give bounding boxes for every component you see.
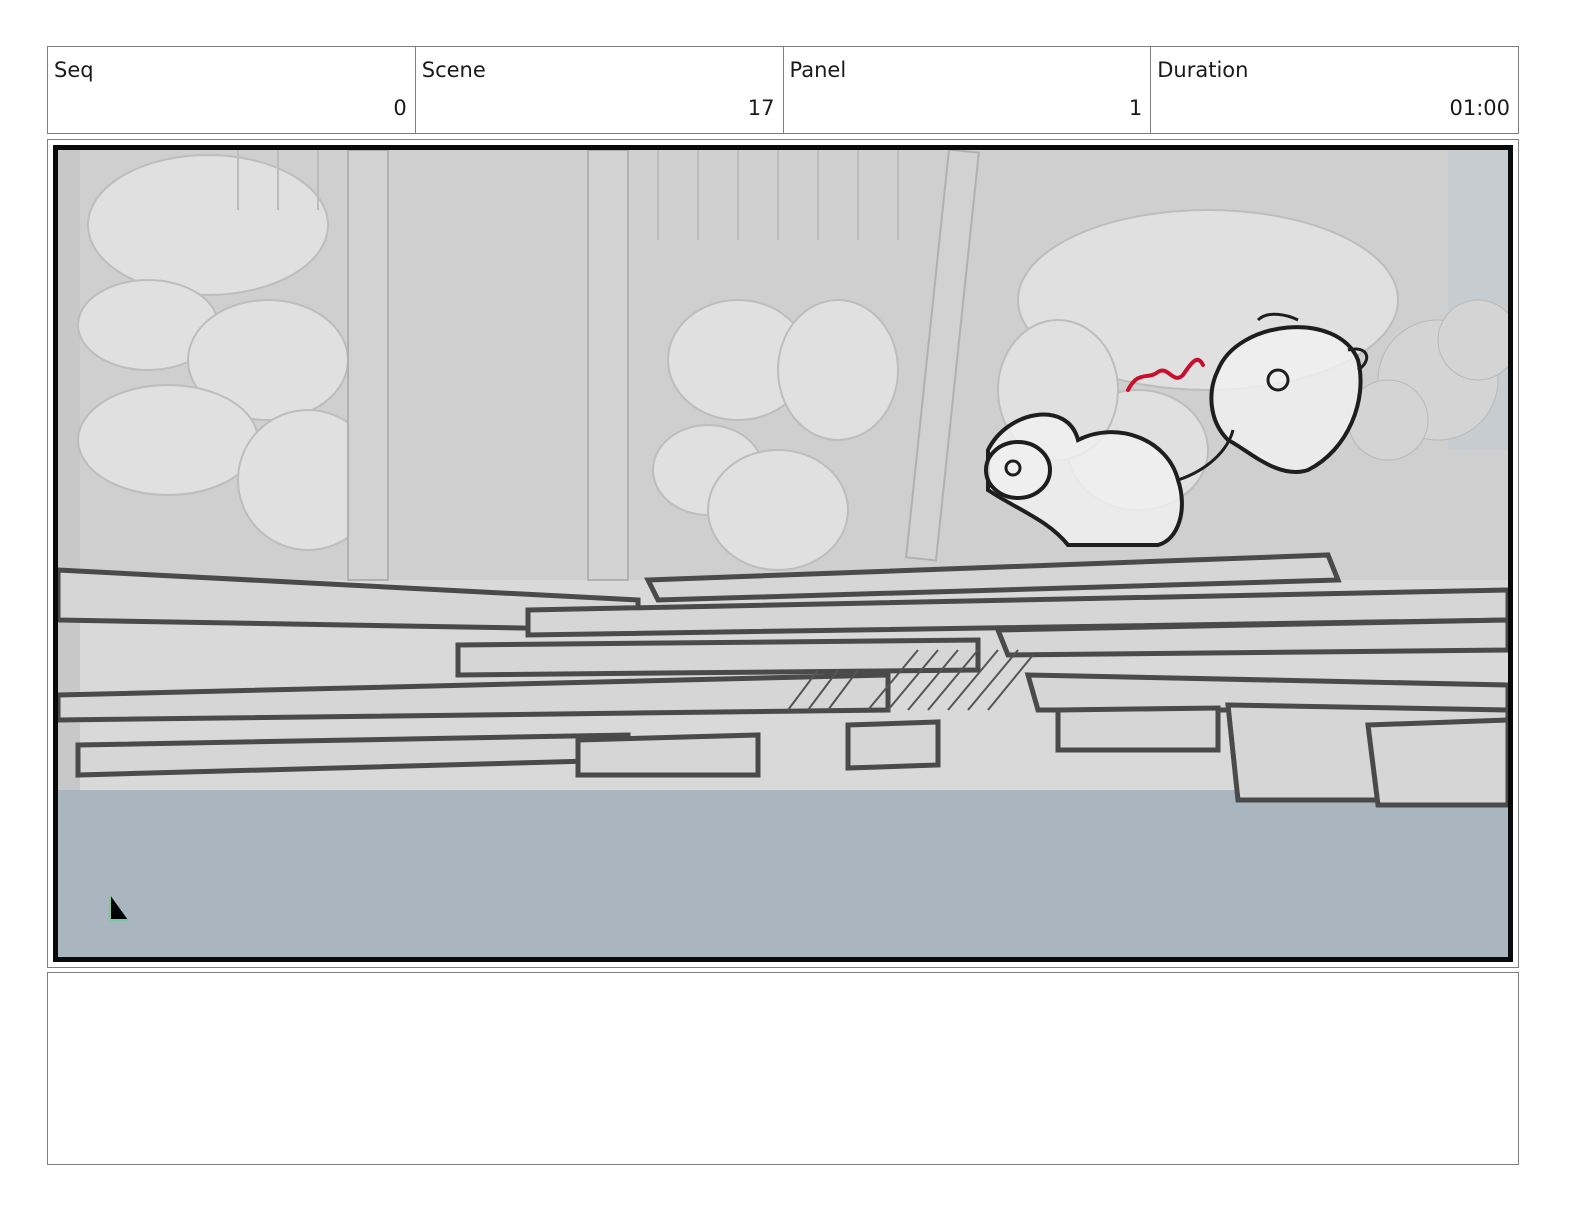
seq-cell: Seq 0	[48, 47, 416, 133]
scene-cell: Scene 17	[416, 47, 784, 133]
duration-cell: Duration 01:00	[1151, 47, 1518, 133]
seq-label: Seq	[54, 58, 94, 82]
scene-label: Scene	[421, 58, 486, 82]
duration-value: 01:00	[1449, 96, 1510, 120]
duration-label: Duration	[1157, 58, 1249, 82]
panel-value: 1	[1128, 96, 1143, 120]
panel-info-header: Seq 0 Scene 17 Panel 1 Duration 01:00	[47, 46, 1519, 134]
panel-label: Panel	[789, 58, 847, 82]
scene-value: 17	[747, 96, 775, 120]
seq-value: 0	[393, 96, 407, 120]
storyboard-panel-image	[53, 145, 1513, 962]
panel-cell: Panel 1	[784, 47, 1152, 133]
storyboard-panel-frame	[47, 139, 1519, 968]
storyboard-sketch	[58, 150, 1508, 957]
panel-notes-box	[47, 972, 1519, 1165]
